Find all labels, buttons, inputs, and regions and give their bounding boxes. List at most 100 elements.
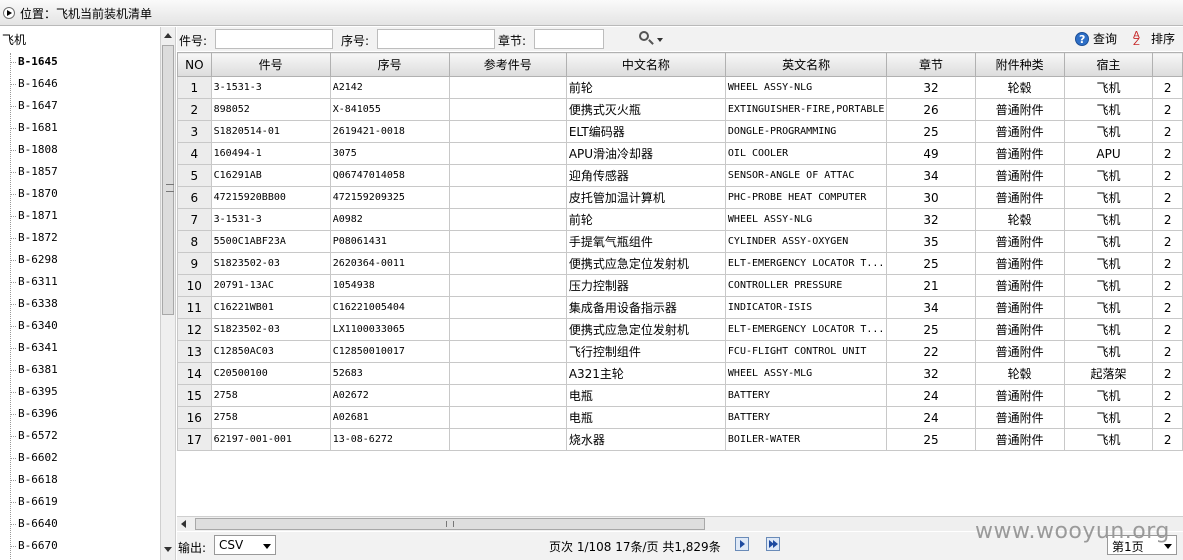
table-row[interactable]: 14 C20500100 52683 A321主轮 WHEEL ASSY-MLG 32 轮毂… <box>177 362 1183 385</box>
chevron-down-icon <box>1164 544 1172 549</box>
table-cell: 52683 <box>329 362 450 385</box>
tree-item[interactable]: B-1681 <box>0 117 160 139</box>
table-row[interactable]: 15 2758 A02672 电瓶 BATTERY 24 普通附件 飞机 2 <box>177 384 1183 407</box>
table-cell: 2 <box>1152 98 1183 121</box>
table-cell: 普通附件 <box>974 164 1065 187</box>
column-header[interactable]: 参考件号 <box>448 52 567 77</box>
table-row[interactable]: 6 47215920BB00 472159209325 皮托管加温计算机 PHC-PRO… <box>177 186 1183 209</box>
tree-item[interactable]: B-1645 <box>0 51 160 73</box>
sort-button[interactable]: AZ 排序 <box>1133 30 1175 48</box>
table-cell: 2 <box>1152 362 1183 385</box>
tree-item[interactable]: B-6381 <box>0 359 160 381</box>
tree-item[interactable]: B-1870 <box>0 183 160 205</box>
tree-scrollbar[interactable] <box>160 27 176 560</box>
part-input[interactable] <box>215 29 333 49</box>
h-scroll-thumb[interactable] <box>195 518 705 530</box>
table-cell: 皮托管加温计算机 <box>565 186 726 209</box>
table-row[interactable]: 10 20791-13AC 1054938 压力控制器 CONTROLLER PRESS… <box>177 274 1183 297</box>
table-cell: 手提氧气瓶组件 <box>565 230 726 253</box>
table-cell <box>448 208 567 231</box>
table-cell: 飞机 <box>1063 98 1154 121</box>
chapter-input[interactable] <box>534 29 604 49</box>
table-cell: 32 <box>886 362 976 385</box>
table-cell: APU滑油冷却器 <box>565 142 726 165</box>
table-row[interactable]: 9 S1823502-03 2620364-0011 便携式应急定位发射机 ELT-EM… <box>177 252 1183 275</box>
table-row[interactable]: 3 S1820514-01 2619421-0018 ELT编码器 DONGLE-PRO… <box>177 120 1183 143</box>
parts-table: NO 件号 序号 参考件号 中文名称 英文名称 章节 附件种类 宿主 1 3-1531-3 A214… <box>177 52 1183 451</box>
table-cell: 2758 <box>210 406 331 429</box>
tree-item[interactable]: B-6298 <box>0 249 160 271</box>
column-header[interactable]: 中文名称 <box>565 52 726 77</box>
table-row[interactable]: 2 898052 X-841055 便携式灭火瓶 EXTINGUISHER-FIRE,P… <box>177 98 1183 121</box>
column-header[interactable]: 序号 <box>329 52 450 77</box>
table-cell: ELT-EMERGENCY LOCATOR T... <box>724 318 888 341</box>
table-cell <box>448 318 567 341</box>
table-cell: 飞机 <box>1063 76 1154 99</box>
tree-item[interactable]: B-1647 <box>0 95 160 117</box>
tree-item[interactable]: B-6395 <box>0 381 160 403</box>
table-row[interactable]: 12 S1823502-03 LX1100033065 便携式应急定位发射机 ELT-E… <box>177 318 1183 341</box>
tree-item[interactable]: B-1857 <box>0 161 160 183</box>
table-cell: 9 <box>177 252 212 275</box>
table-cell: 25 <box>886 318 976 341</box>
scroll-thumb[interactable] <box>162 45 174 315</box>
tree-item[interactable]: B-6618 <box>0 469 160 491</box>
table-cell: 32 <box>886 208 976 231</box>
tree-item[interactable]: B-6341 <box>0 337 160 359</box>
table-cell: CONTROLLER PRESSURE <box>724 274 888 297</box>
tree-item[interactable]: B-6602 <box>0 447 160 469</box>
tree-item[interactable]: B-1808 <box>0 139 160 161</box>
table-row[interactable]: 1 3-1531-3 A2142 前轮 WHEEL ASSY-NLG 32 轮毂 飞机 2 <box>177 76 1183 99</box>
table-cell: 2 <box>1152 274 1183 297</box>
table-cell: SENSOR-ANGLE OF ATTAC <box>724 164 888 187</box>
table-cell: 前轮 <box>565 76 726 99</box>
tree-item[interactable]: B-1871 <box>0 205 160 227</box>
table-row[interactable]: 13 C12850AC03 C12850010017 飞行控制组件 FCU-FLIGHT… <box>177 340 1183 363</box>
grip-icon <box>446 521 454 527</box>
table-row[interactable]: 7 3-1531-3 A0982 前轮 WHEEL ASSY-NLG 32 轮毂 飞机 2 <box>177 208 1183 231</box>
tree-item[interactable]: B-6670 <box>0 535 160 557</box>
output-format-select[interactable]: CSV <box>214 535 276 555</box>
expand-arrow-icon[interactable] <box>3 7 15 19</box>
scroll-up-icon[interactable] <box>164 33 172 38</box>
tree-item[interactable]: B-1646 <box>0 73 160 95</box>
table-cell <box>448 340 567 363</box>
table-cell: A02672 <box>329 384 450 407</box>
search-options-dropdown[interactable] <box>637 30 665 48</box>
tree-item[interactable]: B-6396 <box>0 403 160 425</box>
column-header[interactable]: 英文名称 <box>724 52 888 77</box>
table-cell: 2 <box>1152 384 1183 407</box>
next-page-button[interactable] <box>735 537 749 551</box>
tree-item[interactable]: B-6338 <box>0 293 160 315</box>
table-row[interactable]: 11 C16221WB01 C16221005404 集成备用设备指示器 INDICAT… <box>177 296 1183 319</box>
tree-root[interactable]: 飞机 <box>2 31 26 48</box>
query-button[interactable]: 查询 <box>1075 30 1117 49</box>
table-row[interactable]: 16 2758 A02681 电瓶 BATTERY 24 普通附件 飞机 2 <box>177 406 1183 429</box>
last-page-button[interactable] <box>766 537 780 551</box>
table-cell: S1820514-01 <box>210 120 331 143</box>
table-cell: S1823502-03 <box>210 252 331 275</box>
tree-item[interactable]: B-1872 <box>0 227 160 249</box>
tree-item[interactable]: B-6311 <box>0 271 160 293</box>
serial-input[interactable] <box>377 29 495 49</box>
column-header[interactable]: 宿主 <box>1063 52 1154 77</box>
tree-item[interactable]: B-6619 <box>0 491 160 513</box>
column-header[interactable]: 章节 <box>886 52 976 77</box>
table-cell: 15 <box>177 384 212 407</box>
scroll-down-icon[interactable] <box>164 547 172 552</box>
column-header[interactable]: 件号 <box>210 52 331 77</box>
table-row[interactable]: 8 5500C1ABF23A P08061431 手提氧气瓶组件 CYLINDER AS… <box>177 230 1183 253</box>
table-row[interactable]: 17 62197-001-001 13-08-6272 烧水器 BOILER-WATER… <box>177 428 1183 451</box>
table-cell: 普通附件 <box>974 252 1065 275</box>
column-header[interactable]: NO <box>177 52 212 77</box>
table-cell: 11 <box>177 296 212 319</box>
column-header[interactable]: 附件种类 <box>974 52 1065 77</box>
scroll-left-icon[interactable] <box>181 520 186 528</box>
tree-item[interactable]: B-6640 <box>0 513 160 535</box>
table-cell: C16291AB <box>210 164 331 187</box>
tree-item[interactable]: B-6572 <box>0 425 160 447</box>
table-row[interactable]: 5 C16291AB Q06747014058 迎角传感器 SENSOR-ANGLE O… <box>177 164 1183 187</box>
column-header-overflow[interactable] <box>1152 52 1183 77</box>
table-row[interactable]: 4 160494-1 3075 APU滑油冷却器 OIL COOLER 49 普通附件 APU… <box>177 142 1183 165</box>
tree-item[interactable]: B-6340 <box>0 315 160 337</box>
